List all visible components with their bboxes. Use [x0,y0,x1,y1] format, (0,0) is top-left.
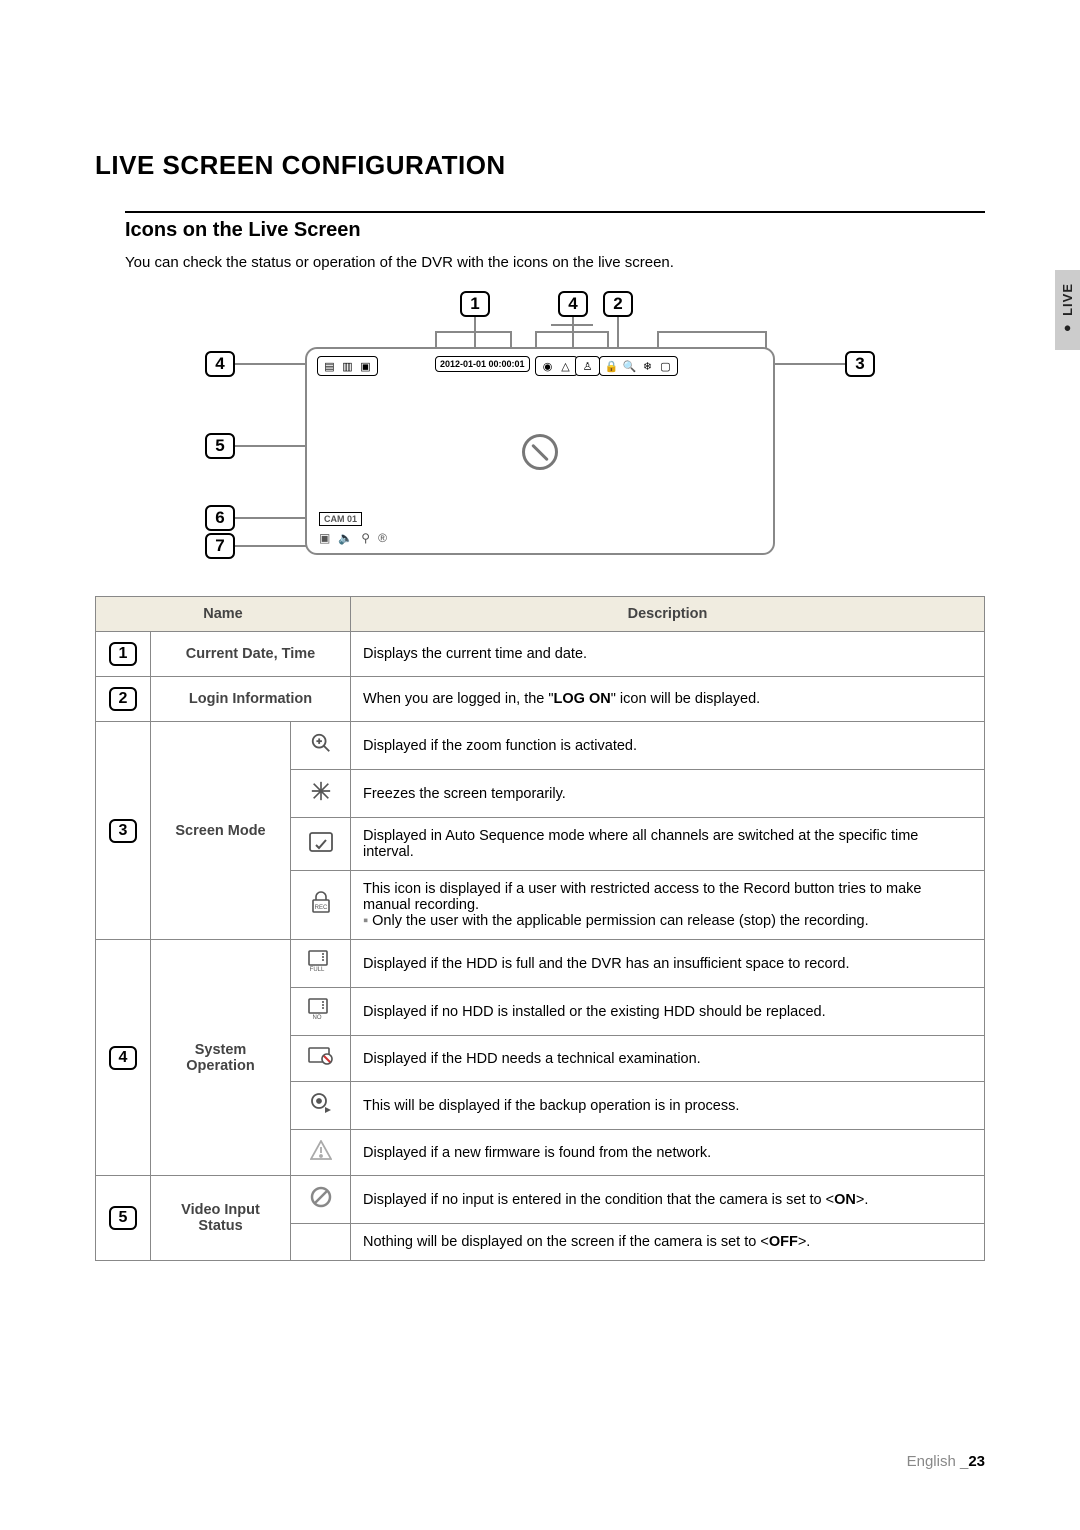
screen-box: ▤ ▥ ▣ 2012-01-01 00:00:01 ◉ △ ♙ 🔒 🔍 ❄ ▢ [305,347,775,555]
num-cell: 1 [96,632,151,677]
live-screen-diagram: 1 4 2 4 5 6 7 3 ▤ ▥ [205,291,875,556]
table-row: 2 Login Information When you are logged … [96,677,985,722]
callout-1: 1 [460,291,490,317]
backup-mini-icon: ◉ [540,359,555,373]
num-cell: 2 [96,677,151,722]
firmware-mini-icon: △ [558,359,573,373]
rec-small-icon: ® [378,531,387,545]
desc-cell: Displays the current time and date. [351,632,985,677]
name-cell: Current Date, Time [151,632,351,677]
freeze-mini-icon: ❄ [640,359,655,373]
desc-cell: Displayed if no input is entered in the … [351,1176,985,1224]
hdd-fail-icon [291,1036,351,1082]
firmware-icon [291,1130,351,1176]
hdd-full-mini-icon: ▤ [322,359,337,373]
ptz-icon: ⚲ [361,531,370,545]
page-heading: LIVE SCREEN CONFIGURATION [95,150,985,181]
osd-datetime: 2012-01-01 00:00:01 [435,356,530,372]
no-input-icon [291,1176,351,1224]
table-row: 4 System Operation FULL Displayed if the… [96,940,985,988]
blank-icon [291,1224,351,1261]
hdd-fail-mini-icon: ▣ [358,359,373,373]
intro-text: You can check the status or operation of… [125,254,985,271]
desc-cell: Displayed if the HDD needs a technical e… [351,1036,985,1082]
desc-cell: Nothing will be displayed on the screen … [351,1224,985,1261]
num-cell: 3 [96,722,151,940]
svg-text:FULL: FULL [309,967,324,972]
backup-icon [291,1082,351,1130]
desc-cell: Displayed if the HDD is full and the DVR… [351,940,985,988]
no-hdd-icon: NO [291,988,351,1036]
motion-icon: ▣ [319,531,330,545]
osd-system-icons: ▤ ▥ ▣ [317,356,378,376]
callout-5: 5 [205,433,235,459]
name-cell: Login Information [151,677,351,722]
desc-cell: This will be displayed if the backup ope… [351,1082,985,1130]
name-cell: Screen Mode [151,722,291,940]
side-tab-label: ● LIVE [1060,283,1075,337]
osd-login: ♙ [575,356,600,376]
desc-cell: Freezes the screen temporarily. [351,770,985,818]
desc-cell: Displayed in Auto Sequence mode where al… [351,818,985,871]
name-cell: Video Input Status [151,1176,291,1261]
zoom-mini-icon: 🔍 [622,359,637,373]
num-cell: 5 [96,1176,151,1261]
desc-cell: Displayed if no HDD is installed or the … [351,988,985,1036]
hdd-full-icon: FULL [291,940,351,988]
icon-table: Name Description 1 Current Date, Time Di… [95,596,985,1261]
svg-text:REC: REC [314,905,327,911]
osd-mid-group: ◉ △ [535,356,578,376]
desc-cell: This icon is displayed if a user with re… [351,871,985,940]
login-mini-icon: ♙ [580,359,595,373]
page-subheading: Icons on the Live Screen [125,211,985,242]
side-tab: ● LIVE [1055,270,1080,350]
callout-7: 7 [205,533,235,559]
table-row: 1 Current Date, Time Displays the curren… [96,632,985,677]
rec-lock-icon: REC [291,871,351,940]
audio-icon: 🔈 [338,531,353,545]
page-footer: English _23 [907,1453,985,1470]
cam-label: CAM 01 [319,512,362,526]
bottom-status-icons: ▣ 🔈 ⚲ ® [319,531,387,545]
table-row: 5 Video Input Status Displayed if no inp… [96,1176,985,1224]
callout-2: 2 [603,291,633,317]
table-row: 3 Screen Mode Displayed if the zoom func… [96,722,985,770]
callout-3: 3 [845,351,875,377]
desc-cell: When you are logged in, the "LOG ON" ico… [351,677,985,722]
osd-right-group: 🔒 🔍 ❄ ▢ [599,356,678,376]
autoseq-icon [291,818,351,871]
autoseq-mini-icon: ▢ [658,359,673,373]
callout-4-left: 4 [205,351,235,377]
datetime-text: 2012-01-01 00:00:01 [440,359,525,369]
rec-mini-icon: 🔒 [604,359,619,373]
zoom-icon [291,722,351,770]
desc-cell: Displayed if the zoom function is activa… [351,722,985,770]
name-cell: System Operation [151,940,291,1176]
freeze-icon [291,770,351,818]
callout-6: 6 [205,505,235,531]
callout-4-top: 4 [558,291,588,317]
th-description: Description [351,597,985,632]
num-cell: 4 [96,940,151,1176]
no-hdd-mini-icon: ▥ [340,359,355,373]
no-video-icon [522,434,558,470]
th-name: Name [96,597,351,632]
svg-text:NO: NO [312,1015,321,1020]
desc-cell: Displayed if a new firmware is found fro… [351,1130,985,1176]
